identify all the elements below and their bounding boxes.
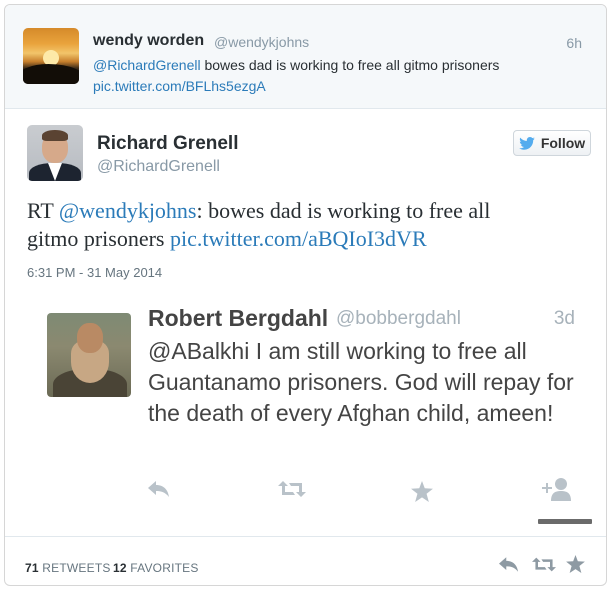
author-avatar[interactable] — [27, 125, 83, 181]
favorites-stat[interactable]: 12 FAVORITES — [113, 561, 199, 575]
context-author-handle[interactable]: @wendykjohns — [214, 34, 309, 50]
retweets-stat[interactable]: 71 RETWEETS — [25, 561, 111, 575]
tweet-footer: 71 RETWEETS 12 FAVORITES — [5, 536, 606, 585]
embedded-action-bar — [148, 478, 588, 505]
retweet-icon — [278, 481, 306, 497]
context-tweet-avatar[interactable] — [23, 28, 79, 84]
author-name[interactable]: Richard Grenell — [97, 133, 239, 155]
author-handle[interactable]: @RichardGrenell — [97, 158, 220, 176]
avatar-hair — [42, 130, 68, 141]
twitter-bird-icon — [519, 136, 535, 150]
reply-icon — [148, 481, 169, 497]
context-tweet-text: @RichardGrenell bowes dad is working to … — [93, 57, 499, 73]
context-author-name[interactable]: wendy worden — [93, 32, 204, 50]
follow-button-label: Follow — [540, 135, 586, 151]
context-pic-link[interactable]: pic.twitter.com/BFLhs5ezgA — [93, 78, 266, 94]
embedded-avatar-head — [77, 323, 103, 353]
tweet-screenshot-frame: wendy worden @wendykjohns 6h @RichardGre… — [4, 4, 607, 586]
embedded-tweet-text: @ABalkhi I am still working to free all … — [148, 338, 574, 426]
embedded-tweet-time: 3d — [553, 308, 575, 329]
tweet-text: RT @wendykjohns: bowes dad is working to… — [27, 197, 587, 253]
tweet-pic-link[interactable]: pic.twitter.com/aBQIoI3dVR — [170, 226, 427, 251]
context-tweet[interactable]: wendy worden @wendykjohns 6h @RichardGre… — [5, 5, 606, 109]
retweets-label: RETWEETS — [42, 561, 111, 575]
embedded-scrollbar — [538, 519, 592, 524]
reply-icon[interactable] — [499, 557, 519, 572]
context-tweet-time[interactable]: 6h — [566, 35, 582, 51]
context-mention-link[interactable]: @RichardGrenell — [93, 57, 201, 73]
favorites-label: FAVORITES — [130, 561, 199, 575]
tweet-timestamp[interactable]: 6:31 PM - 31 May 2014 — [27, 265, 162, 280]
rt-mention-link[interactable]: @wendykjohns — [59, 198, 197, 223]
context-tweet-body: bowes dad is working to free all gitmo p… — [204, 57, 500, 73]
retweet-icon[interactable] — [532, 557, 556, 572]
favorites-count: 12 — [113, 561, 127, 575]
embedded-tweet-image[interactable]: Robert Bergdahl @bobbergdahl 3d @ABalkhi… — [40, 298, 595, 524]
follow-user-icon — [542, 478, 571, 501]
embedded-author-name: Robert Bergdahl — [148, 305, 329, 331]
follow-button[interactable]: Follow — [513, 130, 591, 156]
embedded-author-handle: @bobbergdahl — [336, 308, 461, 329]
rt-prefix: RT — [27, 198, 54, 223]
retweets-count: 71 — [25, 561, 39, 575]
favorite-star-icon[interactable] — [566, 555, 585, 573]
favorite-star-icon — [411, 481, 433, 502]
tweet-text-line1: : bowes dad is working to free all — [196, 198, 491, 223]
sunset-hill — [23, 64, 79, 84]
embedded-avatar — [47, 313, 131, 397]
tweet-text-line2: gitmo prisoners — [27, 226, 165, 251]
